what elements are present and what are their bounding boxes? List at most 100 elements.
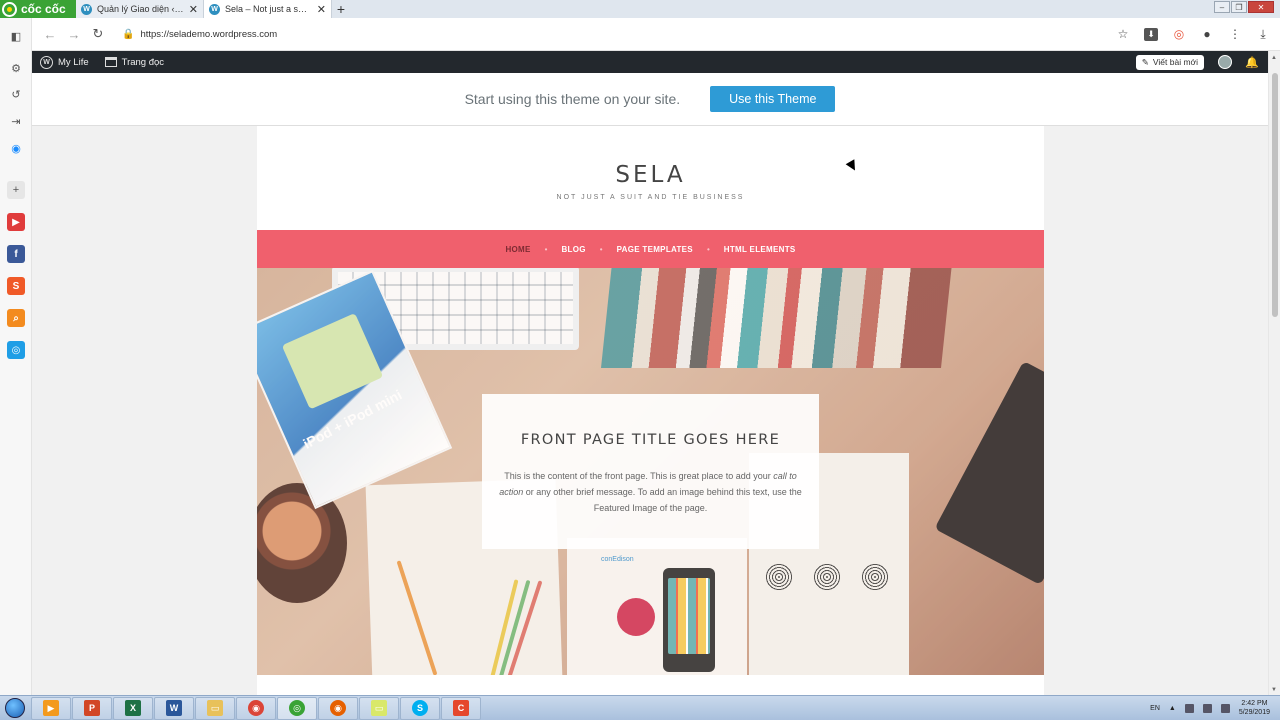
theme-banner: Start using this theme on your site. Use… — [32, 73, 1268, 126]
reader-label: Trang đọc — [121, 56, 165, 68]
menu-item-html-elements[interactable]: HTML ELEMENTS — [724, 245, 796, 254]
tray-expand-icon[interactable]: ▲ — [1169, 705, 1176, 712]
notifications-icon[interactable]: 🔔 — [1245, 56, 1259, 69]
page-scrollbar[interactable]: ▲ ▼ — [1268, 51, 1280, 695]
site-tagline: NOT JUST A SUIT AND TIE BUSINESS — [556, 194, 745, 201]
facebook-icon[interactable]: f — [7, 245, 25, 263]
sticky-notes-icon: ▭ — [371, 700, 387, 716]
my-site-label: My Life — [58, 56, 89, 68]
menu-separator: • — [544, 244, 548, 254]
download-page-icon[interactable]: ⬇ — [1144, 27, 1158, 41]
coccoc-icon — [2, 1, 17, 17]
menu-separator: • — [706, 244, 710, 254]
wordpress-icon: W — [81, 3, 92, 15]
reader-link[interactable]: Trang đọc — [104, 56, 165, 68]
tab-title: Quản lý Giao diện ‹ Diarie — [97, 4, 184, 14]
my-site-link[interactable]: W My Life — [40, 55, 89, 69]
bookmark-star-icon[interactable]: ☆ — [1116, 27, 1130, 41]
downloads-icon[interactable]: ⤓ — [1256, 27, 1270, 42]
reload-icon[interactable]: ↻ — [86, 26, 110, 42]
menu-item-page-templates[interactable]: PAGE TEMPLATES — [617, 245, 693, 254]
tab-wp-admin[interactable]: W Quản lý Giao diện ‹ Diarie ✕ — [76, 0, 204, 18]
tab-title: Sela – Not just a suit and tie business — [225, 4, 312, 14]
avatar[interactable] — [1218, 55, 1232, 69]
coccoc-extension-icon[interactable]: ◎ — [1172, 27, 1186, 41]
camera-icon[interactable]: ◎ — [7, 341, 25, 359]
youtube-icon[interactable]: ▶ — [7, 213, 25, 231]
theme-preview-page: SELA NOT JUST A SUIT AND TIE BUSINESS HO… — [257, 126, 1044, 695]
wordpress-icon: W — [209, 3, 220, 15]
site-title[interactable]: SELA — [257, 162, 1044, 188]
word-icon: W — [166, 700, 182, 716]
taskbar-coccoc[interactable]: ◎ — [277, 696, 317, 720]
scroll-up-icon[interactable]: ▲ — [1271, 55, 1277, 61]
minimize-button[interactable]: – — [1214, 1, 1230, 13]
browser-sidebar: ◧ ⚙ ↺ ⇥ ◉ + ▶ f S ⌕ ◎ — [0, 18, 32, 695]
history-icon[interactable]: ↺ — [7, 85, 25, 103]
address-toolbar: ← → ↻ 🔒 https://selademo.wordpress.com ☆… — [32, 18, 1280, 51]
taskbar-word[interactable]: W — [154, 696, 194, 720]
taskbar-skype[interactable]: S — [400, 696, 440, 720]
windows-taskbar: ▶ P X W ▭ ◉ ◎ ◉ ▭ S C EN ▲ 2:42 PM 5/29/… — [0, 695, 1280, 720]
menu-item-home[interactable]: HOME — [505, 245, 530, 254]
skype-icon: S — [412, 700, 428, 716]
start-button[interactable] — [0, 696, 30, 720]
chrome-icon: ◉ — [248, 700, 264, 716]
new-tab-button[interactable]: + — [332, 0, 350, 18]
lock-icon: 🔒 — [122, 28, 135, 40]
system-tray: EN ▲ 2:42 PM 5/29/2019 — [1150, 699, 1280, 717]
login-icon[interactable]: ⇥ — [7, 112, 25, 130]
clock-time: 2:42 PM — [1241, 700, 1268, 707]
restore-button[interactable]: ❐ — [1231, 1, 1247, 13]
wordpress-logo-icon: W — [40, 55, 53, 69]
reader-icon — [104, 57, 117, 67]
action-center-icon[interactable] — [1184, 703, 1194, 713]
network-icon[interactable] — [1202, 703, 1212, 713]
taskbar-chrome[interactable]: ◉ — [236, 696, 276, 720]
language-indicator[interactable]: EN — [1150, 705, 1160, 712]
add-icon[interactable]: + — [7, 181, 25, 199]
excel-icon: X — [125, 700, 141, 716]
wp-admin-bar: W My Life Trang đọc ✎ Viết bài mới 🔔 — [32, 51, 1268, 73]
coccoc-logo[interactable]: cốc cốc — [0, 0, 76, 18]
media-player-icon: ▶ — [43, 700, 59, 716]
taskbar-camtasia[interactable]: C — [441, 696, 481, 720]
taskbar-sticky-notes[interactable]: ▭ — [359, 696, 399, 720]
search-icon[interactable]: ⌕ — [7, 309, 25, 327]
hero-image: iPod + iPod mini conEdison FRONT PAGE TI… — [257, 268, 1044, 675]
use-theme-button[interactable]: Use this Theme — [710, 86, 836, 112]
volume-icon[interactable] — [1220, 703, 1230, 713]
folder-icon: ▭ — [207, 700, 223, 716]
close-tab-icon[interactable]: ✕ — [317, 3, 326, 16]
taskbar-excel[interactable]: X — [113, 696, 153, 720]
taskbar-powerpoint[interactable]: P — [72, 696, 112, 720]
scroll-down-icon[interactable]: ▼ — [1271, 687, 1277, 693]
account-icon[interactable]: ● — [1200, 27, 1214, 41]
messenger-icon[interactable]: ◉ — [7, 139, 25, 157]
taskbar-firefox[interactable]: ◉ — [318, 696, 358, 720]
sidebar-toggle-icon[interactable]: ◧ — [7, 27, 25, 45]
taskbar-media-player[interactable]: ▶ — [31, 696, 71, 720]
hero-title: FRONT PAGE TITLE GOES HERE — [520, 432, 781, 448]
close-tab-icon[interactable]: ✕ — [189, 3, 198, 16]
hero-text: This is the content of the front page. T… — [499, 471, 802, 513]
settings-icon[interactable]: ⚙ — [7, 59, 25, 77]
write-icon: ✎ — [1141, 56, 1149, 67]
taskbar-explorer[interactable]: ▭ — [195, 696, 235, 720]
menu-icon[interactable]: ⋮ — [1228, 27, 1242, 41]
shopee-icon[interactable]: S — [7, 277, 25, 295]
forward-icon[interactable]: → — [62, 27, 86, 42]
write-post-button[interactable]: ✎ Viết bài mới — [1135, 54, 1204, 70]
tab-sela[interactable]: W Sela – Not just a suit and tie busines… — [204, 0, 332, 18]
powerpoint-icon: P — [84, 700, 100, 716]
back-icon[interactable]: ← — [38, 27, 62, 42]
windows-logo-icon — [5, 698, 25, 718]
close-window-button[interactable]: ✕ — [1248, 1, 1274, 13]
clock[interactable]: 2:42 PM 5/29/2019 — [1239, 699, 1270, 717]
window-controls: – ❐ ✕ — [1214, 1, 1274, 13]
scrollbar-thumb[interactable] — [1272, 73, 1278, 317]
browser-tab-strip: cốc cốc W Quản lý Giao diện ‹ Diarie ✕ W… — [0, 0, 1280, 18]
menu-item-blog[interactable]: BLOG — [561, 245, 585, 254]
address-bar[interactable]: https://selademo.wordpress.com — [140, 29, 1116, 40]
firefox-icon: ◉ — [330, 700, 346, 716]
